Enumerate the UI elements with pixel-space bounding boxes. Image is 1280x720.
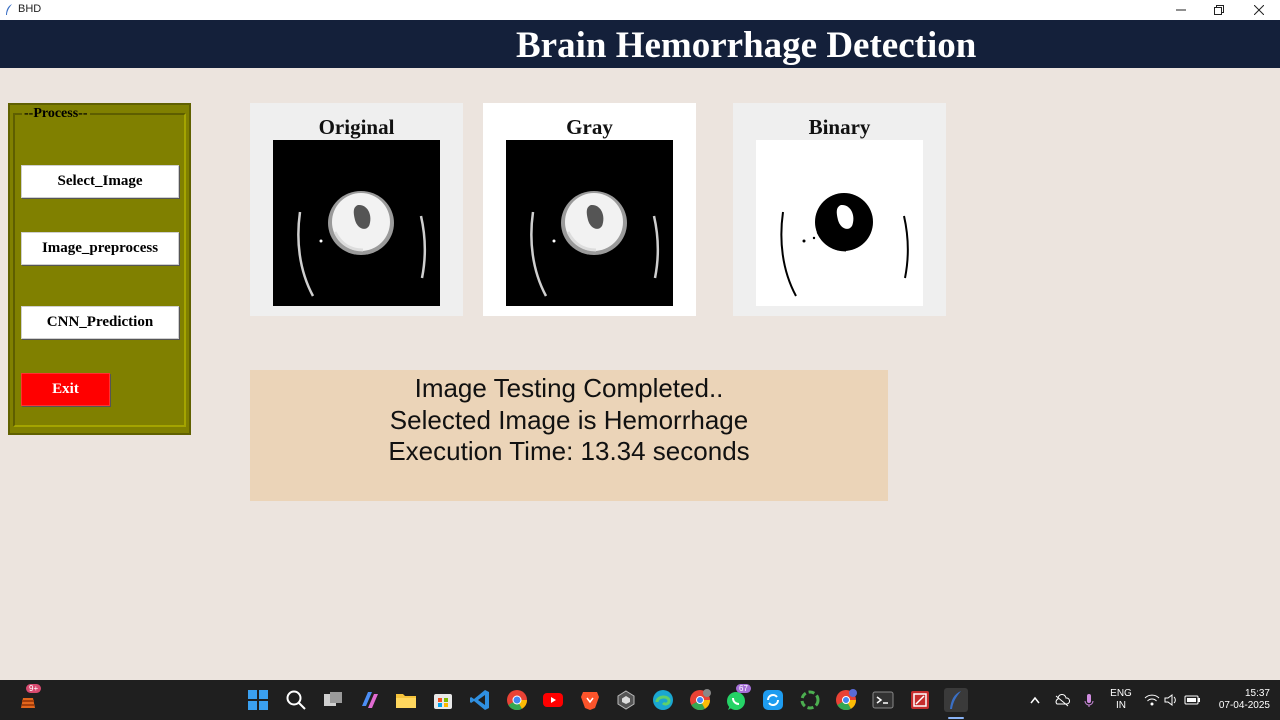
result-status-text: Image Testing Completed.. <box>414 373 724 403</box>
copilot-icon[interactable] <box>358 688 382 712</box>
result-panel: Image Testing Completed.. Selected Image… <box>250 370 888 501</box>
cloud-offline-icon[interactable] <box>1053 688 1071 712</box>
result-diagnosis-text: Selected Image is Hemorrhage <box>389 405 749 435</box>
search-icon[interactable] <box>284 688 308 712</box>
clock-date: 07-04-2025 <box>1218 700 1270 711</box>
spinner-app-icon[interactable] <box>798 688 822 712</box>
original-label: Original <box>318 115 395 139</box>
minimize-icon <box>1176 9 1186 11</box>
app-icon[interactable] <box>614 688 638 712</box>
page-title: Brain Hemorrhage Detection <box>516 25 977 66</box>
terminal-icon[interactable] <box>871 688 895 712</box>
chevron-up-icon[interactable] <box>1028 688 1042 712</box>
sync-icon[interactable] <box>761 688 785 712</box>
language-indicator[interactable]: ENG IN <box>1106 688 1136 712</box>
select-image-button[interactable]: Select_Image <box>21 165 179 198</box>
gray-brain-scan-image <box>506 140 673 306</box>
vscode-icon[interactable] <box>468 688 492 712</box>
start-icon[interactable] <box>246 688 270 712</box>
minimize-button[interactable] <box>1162 0 1200 20</box>
process-legend: --Process-- <box>22 106 90 122</box>
chrome-profile-icon[interactable] <box>688 688 712 712</box>
whatsapp-badge: 67 <box>736 684 751 693</box>
chrome-profile-icon-2[interactable] <box>834 688 858 712</box>
active-app-indicator <box>948 717 964 719</box>
volume-icon[interactable] <box>1163 688 1179 712</box>
original-brain-scan-image <box>273 140 440 306</box>
close-button[interactable] <box>1240 0 1278 20</box>
cnn-prediction-button[interactable]: CNN_Prediction <box>21 306 179 339</box>
youtube-icon[interactable] <box>541 688 565 712</box>
exit-button[interactable]: Exit <box>21 373 110 406</box>
close-icon <box>1254 5 1264 15</box>
process-frame: --Process-- Select_Image Image_preproces… <box>8 103 191 435</box>
clock[interactable]: 15:37 07-04-2025 <box>1206 688 1270 712</box>
feather-icon <box>6 4 12 15</box>
clock-time: 15:37 <box>1244 688 1270 699</box>
battery-icon[interactable] <box>1183 688 1201 712</box>
brave-icon[interactable] <box>578 688 602 712</box>
file-explorer-icon[interactable] <box>394 688 418 712</box>
region-code: IN <box>1116 700 1126 711</box>
window-titlebar: BHD <box>0 0 1280 20</box>
original-image-panel: Original <box>250 103 463 316</box>
binary-image-panel: Binary <box>733 103 946 316</box>
store-icon[interactable] <box>431 688 455 712</box>
result-execution-time-text: Execution Time: 13.34 seconds <box>388 436 750 466</box>
language-code: ENG <box>1110 688 1132 699</box>
edge-icon[interactable] <box>651 688 675 712</box>
widgets-badge: 9+ <box>26 684 42 693</box>
task-view-icon[interactable] <box>321 688 345 712</box>
restore-icon <box>1214 5 1224 15</box>
image-preprocess-button[interactable]: Image_preprocess <box>21 232 179 265</box>
wifi-icon[interactable] <box>1144 688 1160 712</box>
gray-image-panel: Gray <box>483 103 696 316</box>
archive-icon[interactable] <box>908 688 932 712</box>
feather-app-icon[interactable] <box>944 688 968 712</box>
taskbar: 9+ 67 ENG IN 15:37 07-04-2025 <box>0 680 1280 720</box>
app-header: Brain Hemorrhage Detection <box>0 20 1280 68</box>
restore-button[interactable] <box>1200 0 1238 20</box>
binary-label: Binary <box>808 115 871 139</box>
gray-label: Gray <box>566 115 613 139</box>
window-title: BHD <box>18 3 42 15</box>
binary-brain-scan-image <box>756 140 923 306</box>
chrome-icon[interactable] <box>505 688 529 712</box>
microphone-icon[interactable] <box>1081 688 1097 712</box>
